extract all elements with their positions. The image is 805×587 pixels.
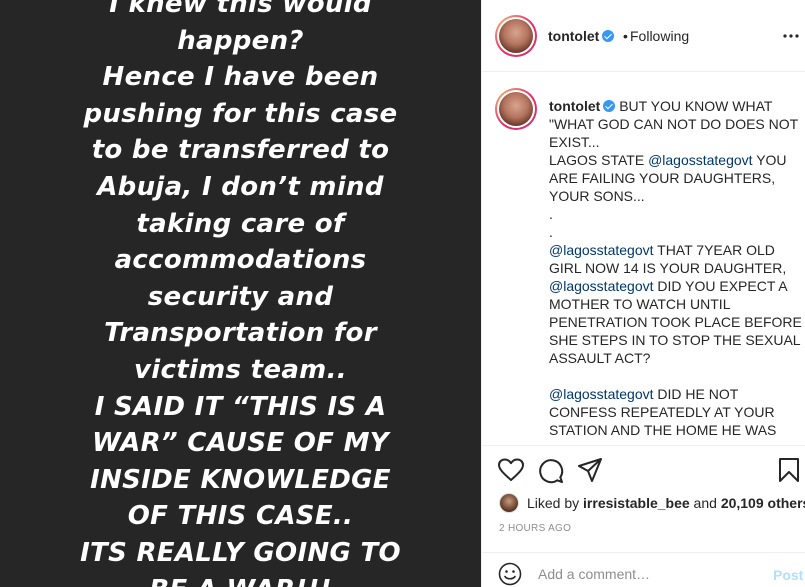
- story-line: security and: [147, 281, 334, 312]
- caption-line: [549, 367, 789, 385]
- post-button[interactable]: Post: [773, 567, 803, 583]
- caption-text-run: DID HE NOT: [653, 386, 739, 402]
- bookmark-icon[interactable]: [778, 458, 800, 487]
- caption-line: @lagosstategovt DID YOU EXPECT A: [549, 277, 789, 295]
- likes-prefix: Liked by: [527, 495, 584, 511]
- caption-line: LAGOS STATE @lagosstategovt YOU: [549, 151, 789, 169]
- caption-line: @lagosstategovt THAT 7YEAR OLD: [549, 241, 789, 259]
- likes-middle: and: [689, 495, 721, 511]
- caption-text-run: THAT 7YEAR OLD: [653, 242, 775, 258]
- story-line: pushing for this case: [83, 98, 398, 129]
- liker-avatar[interactable]: [499, 493, 519, 513]
- heart-icon[interactable]: [498, 458, 524, 487]
- caption-line: YOUR SONS...: [549, 187, 789, 205]
- post-timestamp[interactable]: 2 HOURS AGO: [499, 523, 571, 534]
- story-line: BE A WAR!!!: [0, 572, 481, 587]
- caption-text: tontolet BUT YOU KNOW WHAT "WHAT GOD CAN …: [549, 97, 802, 439]
- mention-link[interactable]: @lagosstategovt: [549, 278, 654, 294]
- story-line: ITS REALLY GOING TO: [80, 537, 401, 568]
- story-line: to be transferred to: [91, 135, 390, 166]
- caption-text-run: YOUR SONS...: [549, 188, 645, 204]
- caption-text-run: .: [549, 206, 553, 222]
- caption-line: .: [549, 205, 789, 223]
- caption-line: ASSAULT ACT?: [549, 349, 789, 367]
- story-line: OF THIS CASE..: [127, 501, 354, 532]
- comment-bar: Post: [482, 552, 805, 587]
- caption-line: STATION AND THE HOME HE WAS: [549, 421, 789, 439]
- caption-text-run: YOU: [752, 152, 787, 168]
- caption-line: "WHAT GOD CAN NOT DO DOES NOT: [549, 115, 798, 133]
- caption-text-run: DID YOU EXPECT A: [653, 278, 788, 294]
- mention-link[interactable]: @lagosstategovt: [549, 386, 654, 402]
- more-icon[interactable]: [782, 23, 800, 44]
- caption-text-run: BUT YOU KNOW WHAT: [619, 98, 773, 114]
- caption-line: PENETRATION TOOK PLACE BEFORE: [549, 313, 802, 331]
- caption-line: EXIST...: [549, 133, 789, 151]
- story-line: Transportation for: [104, 318, 377, 349]
- mention-link[interactable]: @lagosstategovt: [648, 152, 753, 168]
- verified-badge-icon: [602, 30, 615, 42]
- comment-input[interactable]: [538, 566, 758, 582]
- caption-area: tontolet BUT YOU KNOW WHAT "WHAT GOD CAN …: [482, 73, 805, 445]
- post-header: tontolet • Following: [482, 0, 805, 72]
- liker-username[interactable]: irresistable_bee: [583, 495, 690, 511]
- following-button[interactable]: Following: [630, 28, 689, 44]
- mention-link[interactable]: @lagosstategovt: [549, 242, 654, 258]
- header-username[interactable]: tontolet: [548, 28, 615, 44]
- caption-text-run: SHE STEPS IN TO STOP THE SEXUAL: [549, 332, 801, 348]
- share-icon[interactable]: [578, 458, 602, 487]
- story-line: Abuja, I don’t mind: [97, 171, 384, 202]
- story-line: I knew this would: [109, 0, 372, 19]
- caption-text-run: .: [549, 224, 553, 240]
- story-line: WAR” CAUSE OF MY: [92, 428, 389, 459]
- avatar[interactable]: [495, 15, 537, 57]
- caption-line: @lagosstategovt DID HE NOT: [549, 385, 789, 403]
- caption-line: tontolet BUT YOU KNOW WHAT: [549, 97, 789, 115]
- profile-photo: [499, 19, 533, 53]
- caption-text-run: MOTHER TO WATCH UNTIL: [549, 296, 731, 312]
- caption-line: GIRL NOW 14 IS YOUR DAUGHTER,: [549, 259, 789, 277]
- separator-dot: •: [623, 28, 628, 44]
- caption-line: .: [549, 223, 789, 241]
- story-line: taking care of: [136, 208, 345, 239]
- story-line: happen?: [177, 25, 304, 56]
- caption-line: SHE STEPS IN TO STOP THE SEXUAL: [549, 331, 801, 349]
- caption-line: MOTHER TO WATCH UNTIL: [549, 295, 789, 313]
- action-bar: Liked by irresistable_bee and 20,109 oth…: [482, 445, 805, 545]
- story-line: I SAID IT “THIS IS A: [94, 391, 387, 422]
- caption-line: ARE FAILING YOUR DAUGHTERS,: [549, 169, 789, 187]
- story-text: I knew this would happen? Hence I have bee…: [0, 0, 481, 587]
- post-side-panel: tontolet • Following tontolet BUT YOU KN…: [481, 0, 805, 587]
- caption-text-run: "WHAT GOD CAN NOT DO DOES NOT: [549, 116, 799, 132]
- caption-text-run: EXIST...: [549, 134, 600, 150]
- profile-photo: [499, 92, 533, 126]
- verified-badge-icon: [603, 100, 616, 112]
- caption-text-run: PENETRATION TOOK PLACE BEFORE: [549, 314, 802, 330]
- caption-text-run: LAGOS STATE: [549, 152, 649, 168]
- caption-avatar[interactable]: [495, 88, 537, 130]
- story-line: accommodations: [114, 245, 367, 276]
- caption-text-run: ASSAULT ACT?: [549, 350, 651, 366]
- caption-line: CONFESS REPEATEDLY AT YOUR: [549, 403, 789, 421]
- likes-summary[interactable]: Liked by irresistable_bee and 20,109 oth…: [527, 495, 805, 511]
- username-text[interactable]: tontolet: [548, 28, 599, 44]
- emoji-icon[interactable]: [498, 562, 522, 587]
- comment-icon[interactable]: [538, 458, 564, 489]
- caption-text-run: GIRL NOW 14 IS YOUR DAUGHTER,: [549, 260, 787, 276]
- likes-count[interactable]: 20,109 others: [721, 495, 805, 511]
- story-image: I knew this would happen? Hence I have bee…: [0, 0, 481, 587]
- story-line: victims team..: [134, 354, 347, 385]
- caption-text-run: ARE FAILING YOUR DAUGHTERS,: [549, 170, 776, 186]
- caption-text-run: CONFESS REPEATEDLY AT YOUR: [549, 404, 775, 420]
- caption-username[interactable]: tontolet: [549, 98, 600, 114]
- story-line: Hence I have been: [102, 62, 379, 93]
- caption-text-run: STATION AND THE HOME HE WAS: [549, 422, 777, 438]
- story-line: INSIDE KNOWLEDGE: [90, 464, 391, 495]
